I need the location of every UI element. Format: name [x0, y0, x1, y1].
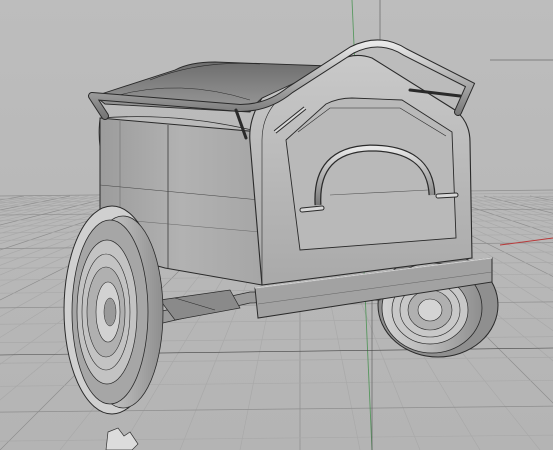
perspective-viewport[interactable] — [0, 0, 553, 450]
stray-object — [105, 427, 139, 450]
grid-line — [0, 434, 553, 442]
3d-scene — [0, 0, 553, 450]
grid-line — [0, 405, 553, 413]
left-wheel[interactable] — [63, 205, 164, 415]
